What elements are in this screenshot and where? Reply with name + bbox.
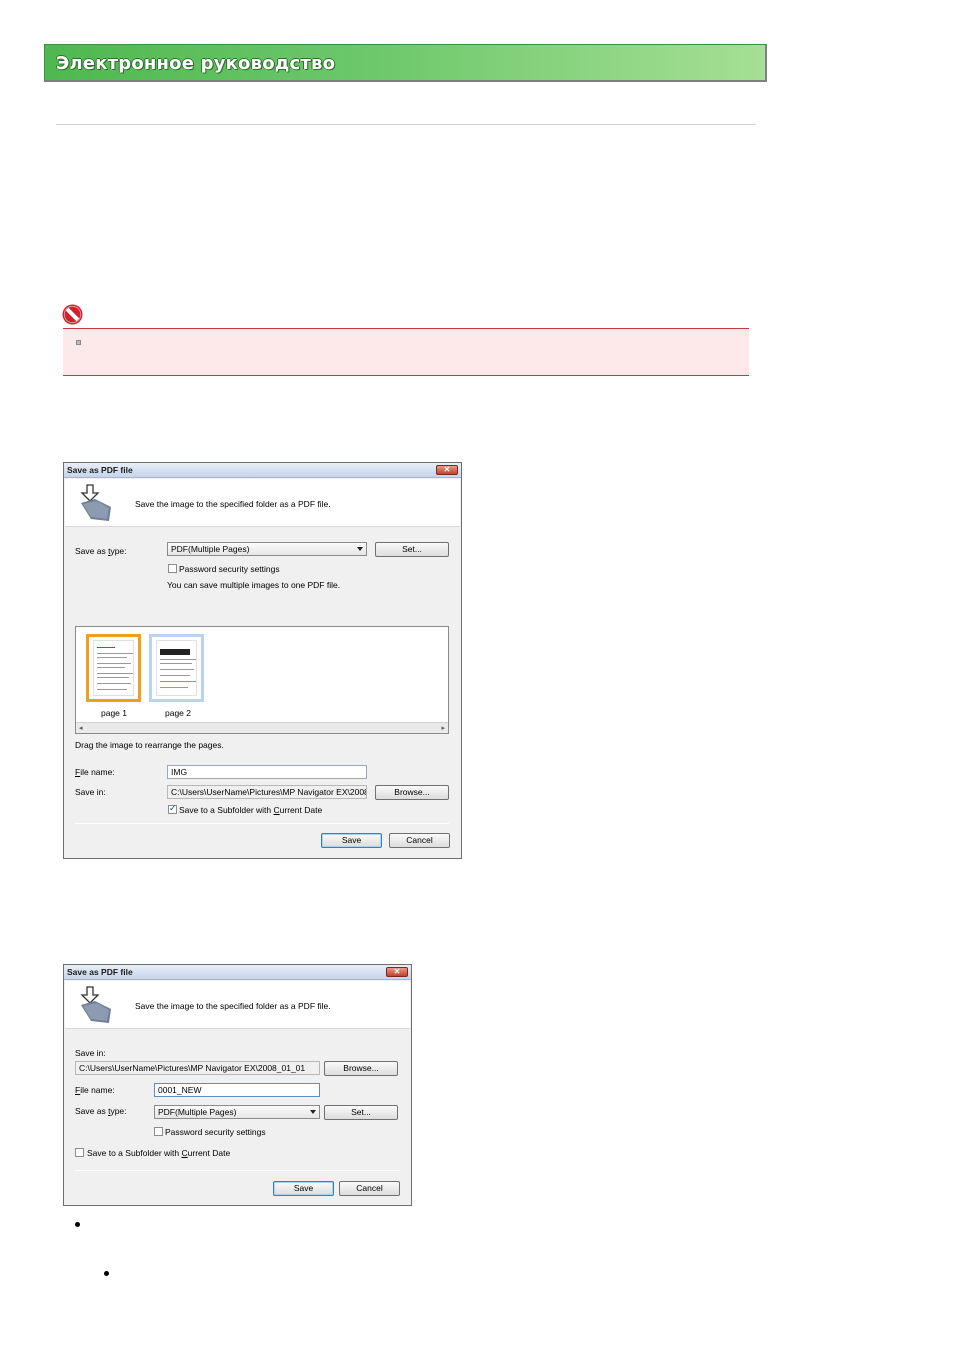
page-caption: page 1 xyxy=(101,708,127,718)
dialog-titlebar: Save as PDF file ✕ xyxy=(64,965,411,980)
dropdown-arrow-icon xyxy=(310,1110,316,1114)
header-banner: Электронное руководство xyxy=(44,44,767,82)
drag-note: Drag the image to rearrange the pages. xyxy=(75,740,224,750)
save-button[interactable]: Save xyxy=(321,833,382,848)
cancel-button[interactable]: Cancel xyxy=(339,1181,400,1196)
password-checkbox[interactable] xyxy=(168,564,177,573)
bullet-icon xyxy=(104,1271,109,1276)
caution-icon xyxy=(62,304,83,325)
set-button[interactable]: Set... xyxy=(375,542,449,557)
password-label: Password security settings xyxy=(165,1127,266,1137)
page-caption: page 2 xyxy=(165,708,191,718)
caution-box xyxy=(63,328,749,376)
save-pdf-dialog-1: Save as PDF file ✕ Save the image to the… xyxy=(63,462,462,859)
dialog-description: Save the image to the specified folder a… xyxy=(135,499,331,509)
save-as-type-value: PDF(Multiple Pages) xyxy=(171,544,250,554)
file-name-input[interactable]: IMG xyxy=(167,765,367,779)
page-preview xyxy=(156,640,197,696)
dialog-description: Save the image to the specified folder a… xyxy=(135,1001,331,1011)
file-name-label: File name: xyxy=(75,767,115,777)
scroll-left-icon[interactable]: ◂ xyxy=(79,724,83,732)
subfolder-checkbox[interactable] xyxy=(75,1148,84,1157)
horizontal-scrollbar[interactable]: ◂ ▸ xyxy=(76,722,448,733)
dialog-title: Save as PDF file xyxy=(67,967,133,977)
save-in-label: Save in: xyxy=(75,787,106,797)
save-as-type-label: Save as type: xyxy=(75,546,127,556)
file-name-input[interactable]: 0001_NEW xyxy=(154,1083,320,1097)
folder-save-icon xyxy=(80,986,111,1023)
dialog-header-pane: Save the image to the specified folder a… xyxy=(65,479,460,527)
save-as-type-select[interactable]: PDF(Multiple Pages) xyxy=(154,1105,320,1119)
multiple-pages-note: You can save multiple images to one PDF … xyxy=(167,580,341,590)
subfolder-checkbox[interactable] xyxy=(168,803,177,814)
save-button[interactable]: Save xyxy=(273,1181,334,1196)
subfolder-label: Save to a Subfolder with Current Date xyxy=(179,805,323,815)
separator xyxy=(75,823,449,824)
browse-button[interactable]: Browse... xyxy=(375,785,449,800)
page-preview xyxy=(93,640,134,696)
save-pdf-dialog-2: Save as PDF file ✕ Save the image to the… xyxy=(63,964,412,1206)
subfolder-label: Save to a Subfolder with Current Date xyxy=(87,1148,231,1158)
dropdown-arrow-icon xyxy=(357,547,363,551)
save-in-path: C:\Users\UserName\Pictures\MP Navigator … xyxy=(75,1061,320,1075)
close-icon[interactable]: ✕ xyxy=(436,465,458,475)
dialog-header-pane: Save the image to the specified folder a… xyxy=(65,981,410,1029)
bullet-icon xyxy=(75,1222,80,1227)
scroll-right-icon[interactable]: ▸ xyxy=(441,724,445,732)
page-thumbnail[interactable] xyxy=(149,634,204,702)
cancel-button[interactable]: Cancel xyxy=(389,833,450,848)
dialog-titlebar: Save as PDF file ✕ xyxy=(64,463,461,478)
file-name-label: File name: xyxy=(75,1085,115,1095)
separator xyxy=(75,1170,400,1171)
caution-bullet-icon xyxy=(76,340,81,345)
header-title: Электронное руководство xyxy=(56,53,336,74)
page-thumbnail[interactable] xyxy=(86,634,141,702)
save-in-path: C:\Users\UserName\Pictures\MP Navigator … xyxy=(167,785,367,799)
close-icon[interactable]: ✕ xyxy=(386,967,408,977)
password-checkbox[interactable] xyxy=(154,1127,163,1136)
dialog-title: Save as PDF file xyxy=(67,465,133,475)
save-as-type-value: PDF(Multiple Pages) xyxy=(158,1107,237,1117)
folder-save-icon xyxy=(80,484,111,521)
set-button[interactable]: Set... xyxy=(324,1105,398,1120)
save-as-type-label: Save as type: xyxy=(75,1106,127,1116)
divider xyxy=(56,124,756,125)
save-as-type-select[interactable]: PDF(Multiple Pages) xyxy=(167,542,367,556)
page-thumbnail-list[interactable]: page 1 page 2 ◂ ▸ xyxy=(75,626,449,734)
save-in-label: Save in: xyxy=(75,1048,106,1058)
password-label: Password security settings xyxy=(179,564,280,574)
browse-button[interactable]: Browse... xyxy=(324,1061,398,1076)
